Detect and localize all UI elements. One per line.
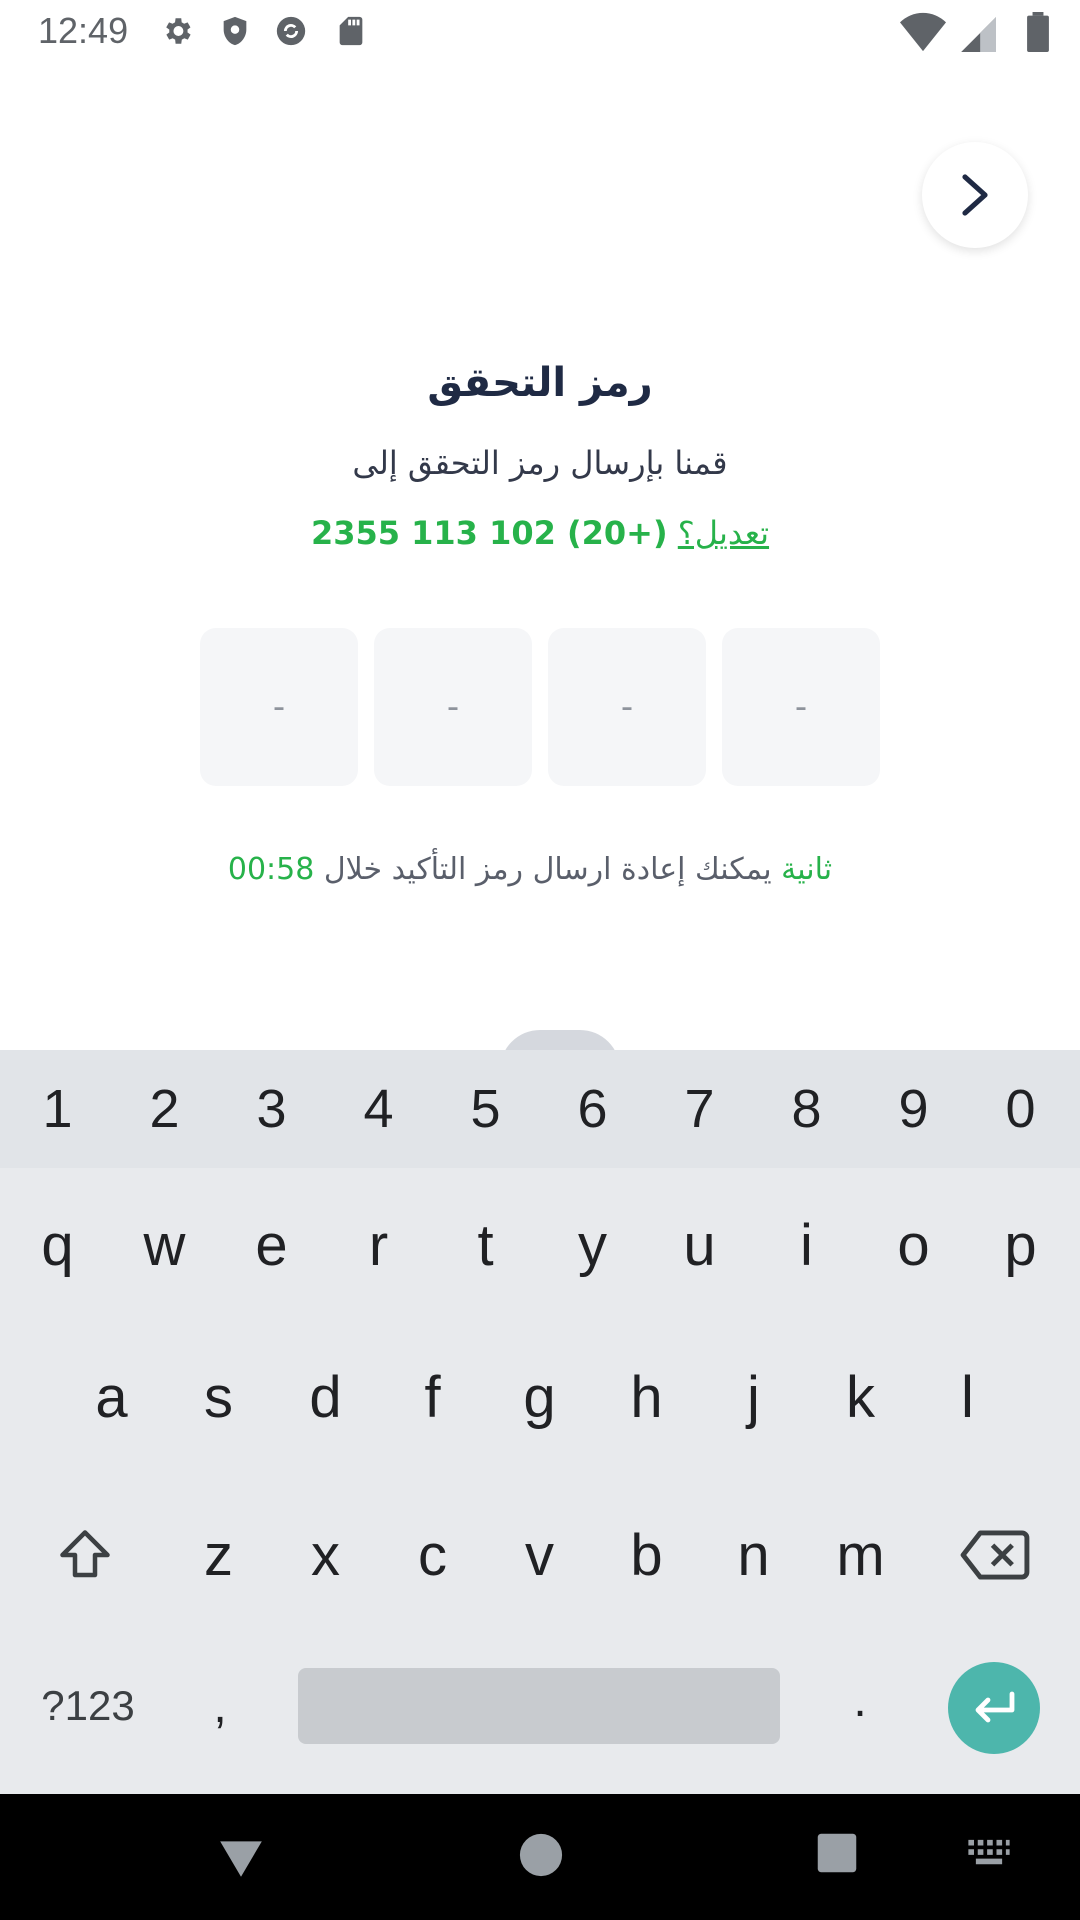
otp-digit-1[interactable]: -	[722, 628, 880, 786]
status-time: 12:49	[38, 10, 129, 51]
phone-number: (+20) 102 113 2355	[310, 514, 668, 552]
key-e[interactable]: e	[218, 1180, 325, 1310]
phone-line: تعديل؟ (+20) 102 113 2355	[0, 514, 1080, 552]
key-d[interactable]: d	[272, 1332, 379, 1462]
key-k[interactable]: k	[807, 1332, 914, 1462]
sync-icon	[276, 16, 306, 46]
key-o[interactable]: o	[860, 1180, 967, 1310]
key-8[interactable]: 8	[753, 1050, 860, 1168]
key-l[interactable]: l	[914, 1332, 1021, 1462]
signal-icon	[961, 17, 996, 52]
keyboard: 1 2 3 4 5 6 7 8 9 0 q w e r t y u i o p …	[0, 1050, 1080, 1794]
key-v[interactable]: v	[486, 1490, 593, 1620]
otp-digit-4[interactable]: -	[200, 628, 358, 786]
sd-card-icon	[339, 16, 363, 46]
key-u[interactable]: u	[646, 1180, 753, 1310]
subtitle: قمنا بإرسال رمز التحقق إلى	[352, 444, 728, 482]
wifi-icon	[900, 12, 946, 52]
key-x[interactable]: x	[272, 1490, 379, 1620]
keyboard-switch-icon[interactable]	[966, 1838, 1012, 1868]
number-row: 1 2 3 4 5 6 7 8 9 0	[0, 1050, 1080, 1168]
backspace-icon	[960, 1530, 1030, 1580]
enter-arrow-icon	[975, 1691, 1015, 1723]
backspace-key[interactable]	[940, 1490, 1050, 1620]
otp-placeholder: -	[794, 687, 808, 727]
key-0[interactable]: 0	[967, 1050, 1074, 1168]
key-r[interactable]: r	[325, 1180, 432, 1310]
resend-line: 00:58 ثانية يمكنك إعادة ارسال رمز التأكي…	[0, 852, 1080, 887]
symbols-key[interactable]: ?123	[28, 1668, 148, 1744]
key-a[interactable]: a	[58, 1332, 165, 1462]
key-z[interactable]: z	[165, 1490, 272, 1620]
key-f[interactable]: f	[379, 1332, 486, 1462]
resend-text: يمكنك إعادة ارسال رمز التأكيد خلال	[323, 852, 772, 887]
period-key[interactable]: .	[810, 1662, 910, 1738]
key-j[interactable]: j	[700, 1332, 807, 1462]
key-1[interactable]: 1	[4, 1050, 111, 1168]
key-2[interactable]: 2	[111, 1050, 218, 1168]
edit-phone-link[interactable]: تعديل؟	[678, 514, 769, 552]
key-y[interactable]: y	[539, 1180, 646, 1310]
key-c[interactable]: c	[379, 1490, 486, 1620]
key-i[interactable]: i	[753, 1180, 860, 1310]
otp-digit-3[interactable]: -	[374, 628, 532, 786]
key-q[interactable]: q	[4, 1180, 111, 1310]
shift-key[interactable]	[30, 1490, 140, 1620]
back-button[interactable]	[922, 142, 1028, 248]
comma-key[interactable]: ,	[170, 1668, 270, 1744]
status-bar: 12:49	[0, 0, 1080, 64]
otp-placeholder: -	[620, 687, 634, 727]
battery-icon	[1027, 12, 1049, 52]
key-5[interactable]: 5	[432, 1050, 539, 1168]
key-b[interactable]: b	[593, 1490, 700, 1620]
enter-key[interactable]	[948, 1662, 1040, 1754]
key-w[interactable]: w	[111, 1180, 218, 1310]
space-key[interactable]	[298, 1668, 780, 1744]
key-7[interactable]: 7	[646, 1050, 753, 1168]
key-p[interactable]: p	[967, 1180, 1074, 1310]
shield-icon	[223, 16, 247, 46]
shift-icon	[60, 1530, 110, 1578]
recents-nav-icon[interactable]	[816, 1832, 858, 1874]
key-6[interactable]: 6	[539, 1050, 646, 1168]
key-4[interactable]: 4	[325, 1050, 432, 1168]
home-nav-icon[interactable]	[518, 1832, 564, 1878]
chevron-right-icon	[962, 174, 988, 216]
key-t[interactable]: t	[432, 1180, 539, 1310]
back-nav-icon[interactable]	[216, 1836, 266, 1880]
otp-placeholder: -	[446, 687, 460, 727]
otp-placeholder: -	[272, 687, 286, 727]
key-s[interactable]: s	[165, 1332, 272, 1462]
key-h[interactable]: h	[593, 1332, 700, 1462]
key-n[interactable]: n	[700, 1490, 807, 1620]
settings-icon	[166, 18, 191, 44]
page-title: رمز التحقق	[427, 360, 653, 406]
otp-digit-2[interactable]: -	[548, 628, 706, 786]
key-g[interactable]: g	[486, 1332, 593, 1462]
key-9[interactable]: 9	[860, 1050, 967, 1168]
key-3[interactable]: 3	[218, 1050, 325, 1168]
key-m[interactable]: m	[807, 1490, 914, 1620]
navigation-bar	[0, 1794, 1080, 1920]
